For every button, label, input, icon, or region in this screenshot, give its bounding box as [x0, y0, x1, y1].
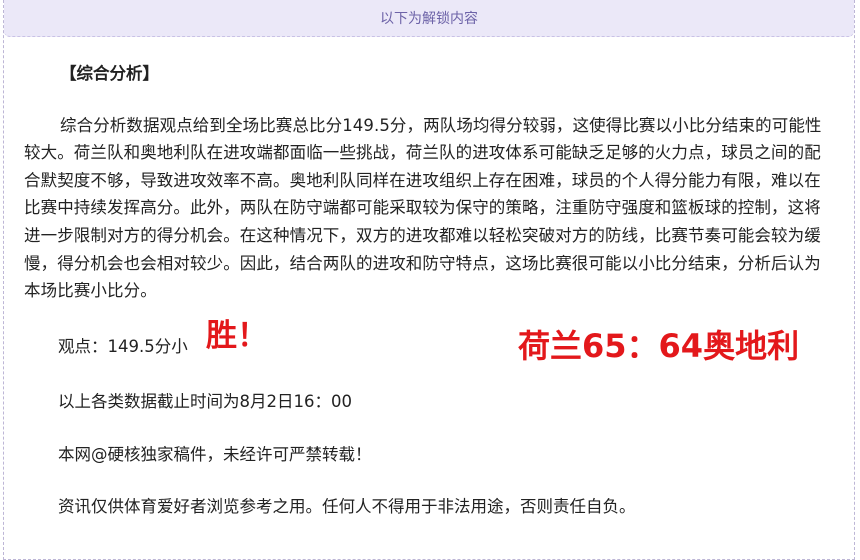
- verdict-stamp: 胜！: [206, 318, 268, 354]
- analysis-paragraph: 综合分析数据观点给到全场比赛总比分149.5分，两队场均得分较弱，这使得比赛以小…: [24, 115, 822, 301]
- disclaimer-note: 资讯仅供体育爱好者浏览参考之用。任何人不得用于非法用途，否则责任自负。: [58, 497, 636, 516]
- section-heading: 【综合分析】: [60, 64, 159, 83]
- final-score: 荷兰65：64奥地利: [518, 327, 800, 365]
- article-body: 【综合分析】 综合分析数据观点给到全场比赛总比分149.5分，两队场均得分较弱，…: [24, 60, 834, 305]
- copyright-note: 本网@硬核独家稿件，未经许可严禁转载！: [58, 445, 372, 464]
- viewpoint-line: 观点：149.5分小: [58, 337, 188, 356]
- data-cutoff-note: 以上各类数据截止时间为8月2日16：00: [58, 392, 352, 411]
- unlock-banner: 以下为解锁内容: [4, 0, 854, 37]
